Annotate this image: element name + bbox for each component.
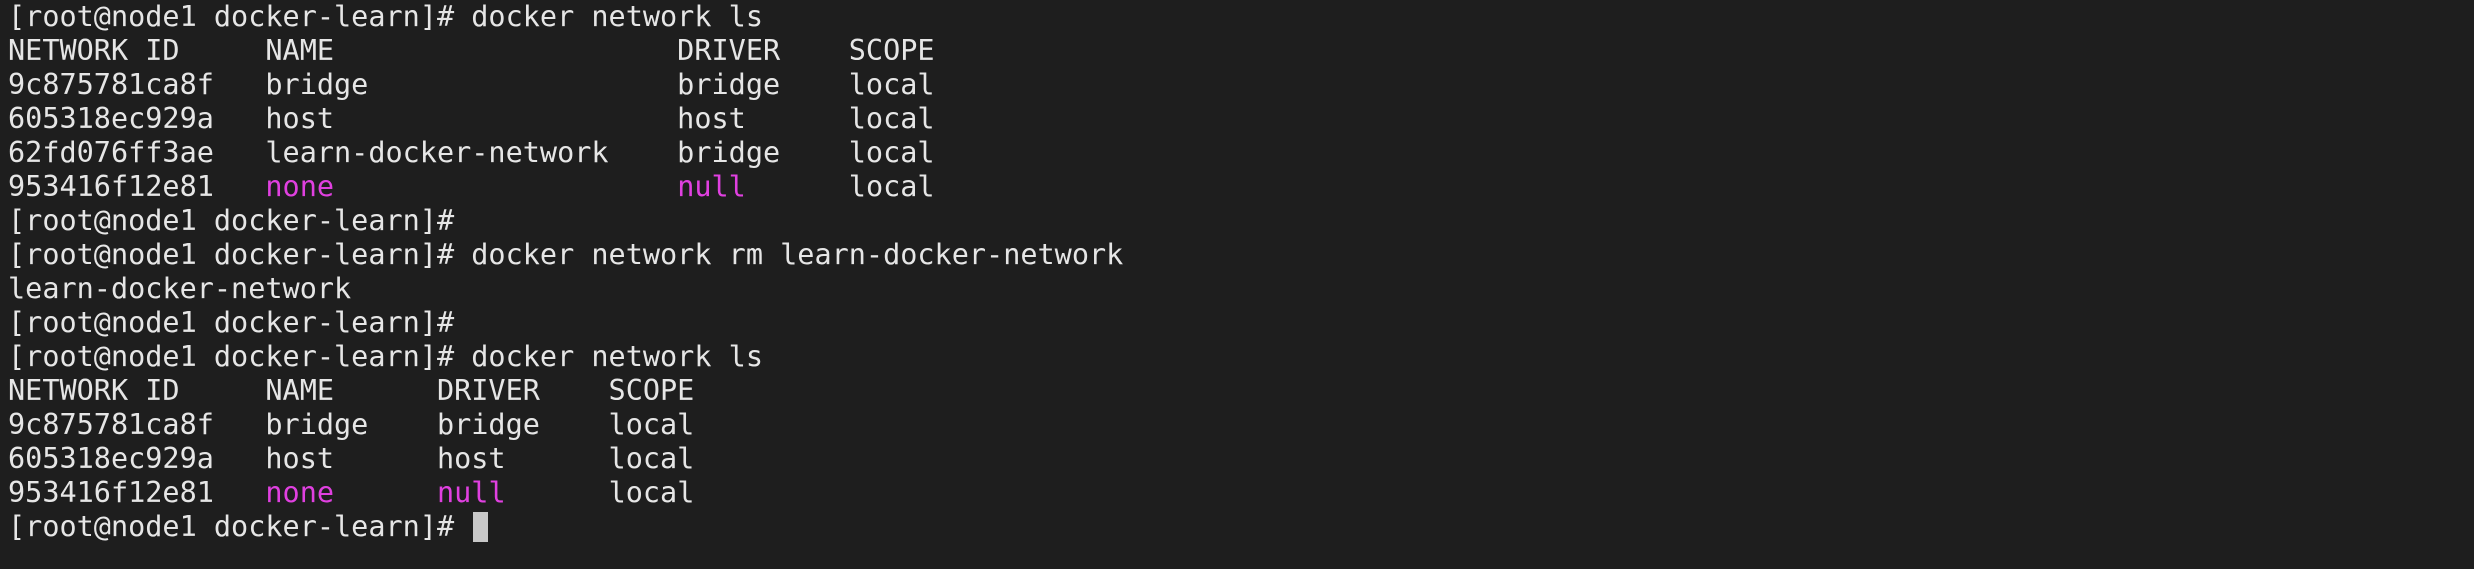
table-row: 605318ec929a host host local — [8, 442, 695, 475]
terminal-window[interactable]: [root@node1 docker-learn]# docker networ… — [0, 0, 2474, 569]
table-header: NETWORK ID NAME DRIVER SCOPE — [8, 374, 695, 407]
driver-null: null — [436, 476, 506, 509]
prompt-line[interactable]: [root@node1 docker-learn]# — [8, 510, 2474, 544]
table-row: 62fd076ff3ae learn-docker-network bridge… — [8, 136, 935, 169]
table-header: NETWORK ID NAME DRIVER SCOPE — [8, 34, 935, 67]
network-name-none: none — [265, 476, 335, 509]
scope: local — [745, 170, 935, 203]
scope: local — [505, 476, 695, 509]
terminal-line: learn-docker-network — [8, 272, 352, 305]
shell-prompt: [root@node1 docker-learn]# — [8, 510, 472, 543]
table-row: 9c875781ca8f bridge bridge local — [8, 68, 935, 101]
table-row: 953416f12e81 none null local — [8, 170, 2474, 204]
network-name-none: none — [265, 170, 335, 203]
table-row: 605318ec929a host host local — [8, 102, 935, 135]
table-row: 953416f12e81 none null local — [8, 476, 2474, 510]
terminal-line: [root@node1 docker-learn]# — [8, 204, 455, 237]
cursor-icon — [473, 512, 489, 542]
terminal-line: [root@node1 docker-learn]# — [8, 306, 455, 339]
table-row: 9c875781ca8f bridge bridge local — [8, 408, 695, 441]
driver-null: null — [677, 170, 746, 203]
terminal-line: [root@node1 docker-learn]# docker networ… — [8, 238, 1124, 271]
network-id: 953416f12e81 — [8, 476, 266, 509]
terminal-line: [root@node1 docker-learn]# docker networ… — [8, 340, 763, 373]
terminal-line: [root@node1 docker-learn]# docker networ… — [8, 0, 763, 33]
network-id: 953416f12e81 — [8, 170, 266, 203]
